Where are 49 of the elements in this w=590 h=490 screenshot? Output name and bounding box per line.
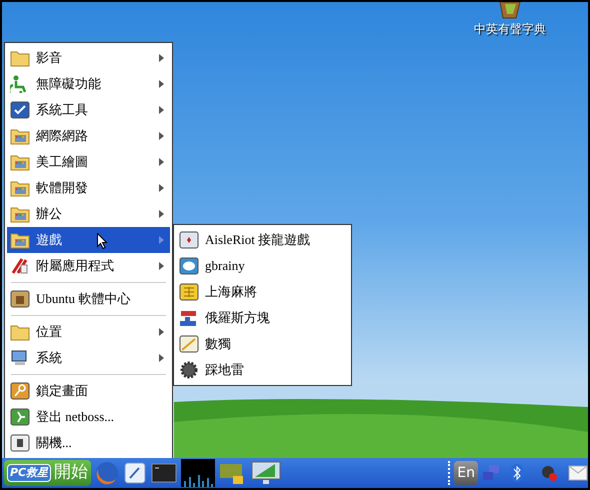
- key-icon: [10, 382, 30, 400]
- menu-item[interactable]: 無障礙功能: [7, 71, 170, 97]
- menu-item[interactable]: 踩地雷: [176, 357, 349, 383]
- menu-item[interactable]: 美工繪圖: [7, 149, 170, 175]
- menu-item[interactable]: 辦公: [7, 201, 170, 227]
- menu-item[interactable]: 軟體開發: [7, 175, 170, 201]
- tiles-icon: [179, 283, 199, 301]
- playing-cards-icon: [179, 231, 199, 249]
- folder-icon: [10, 153, 30, 171]
- menu-item[interactable]: 網際網路: [7, 123, 170, 149]
- exit-icon: [10, 408, 30, 426]
- terminal-icon[interactable]: [151, 463, 178, 483]
- envelope-icon[interactable]: [568, 465, 588, 481]
- folder-icon: [10, 231, 30, 249]
- menu-item[interactable]: AisleRiot 接龍遊戲: [176, 227, 349, 253]
- start-button[interactable]: PC救星 開始: [4, 460, 92, 486]
- checklist-icon: [10, 101, 30, 119]
- menu-item[interactable]: 關機...: [7, 430, 170, 456]
- folder-icon: [10, 49, 30, 67]
- menu-item[interactable]: 遊戲: [7, 227, 170, 253]
- bluetooth-icon[interactable]: [510, 463, 524, 483]
- gear-icon: [179, 361, 199, 379]
- menu-item[interactable]: 俄羅斯方塊: [176, 305, 349, 331]
- menu-item[interactable]: 數獨: [176, 331, 349, 357]
- status-alert-icon[interactable]: [540, 464, 558, 482]
- sudoku-icon: [179, 335, 199, 353]
- menu-item[interactable]: 系統: [7, 345, 170, 371]
- menu-item[interactable]: 位置: [7, 319, 170, 345]
- folder-icon: [10, 127, 30, 145]
- system-monitor-graph-icon[interactable]: [181, 459, 216, 487]
- keyboard-indicator[interactable]: En: [454, 461, 478, 485]
- menu-item[interactable]: 鎖定畫面: [7, 378, 170, 404]
- menu-item[interactable]: 登出 netboss...: [7, 404, 170, 430]
- desktop-icon-label[interactable]: 中英有聲字典: [474, 20, 546, 38]
- mouse-cursor-icon: [97, 233, 108, 249]
- folder-icon: [10, 179, 30, 197]
- folder-icon: [10, 205, 30, 223]
- power-icon: [10, 434, 30, 452]
- menu-item[interactable]: 影音: [7, 45, 170, 71]
- menu-item[interactable]: 上海麻將: [176, 279, 349, 305]
- menu-item[interactable]: 系統工具: [7, 97, 170, 123]
- menu-item[interactable]: Ubuntu 軟體中心: [7, 286, 170, 312]
- menu-item[interactable]: gbrainy: [176, 253, 349, 279]
- menu-item[interactable]: 附屬應用程式: [7, 253, 170, 279]
- editor-icon[interactable]: [123, 461, 148, 485]
- blocks-icon: [179, 309, 199, 327]
- folder-icon: [10, 323, 30, 341]
- tools-icon: [10, 257, 30, 275]
- monitor-triangle-icon[interactable]: [251, 461, 282, 485]
